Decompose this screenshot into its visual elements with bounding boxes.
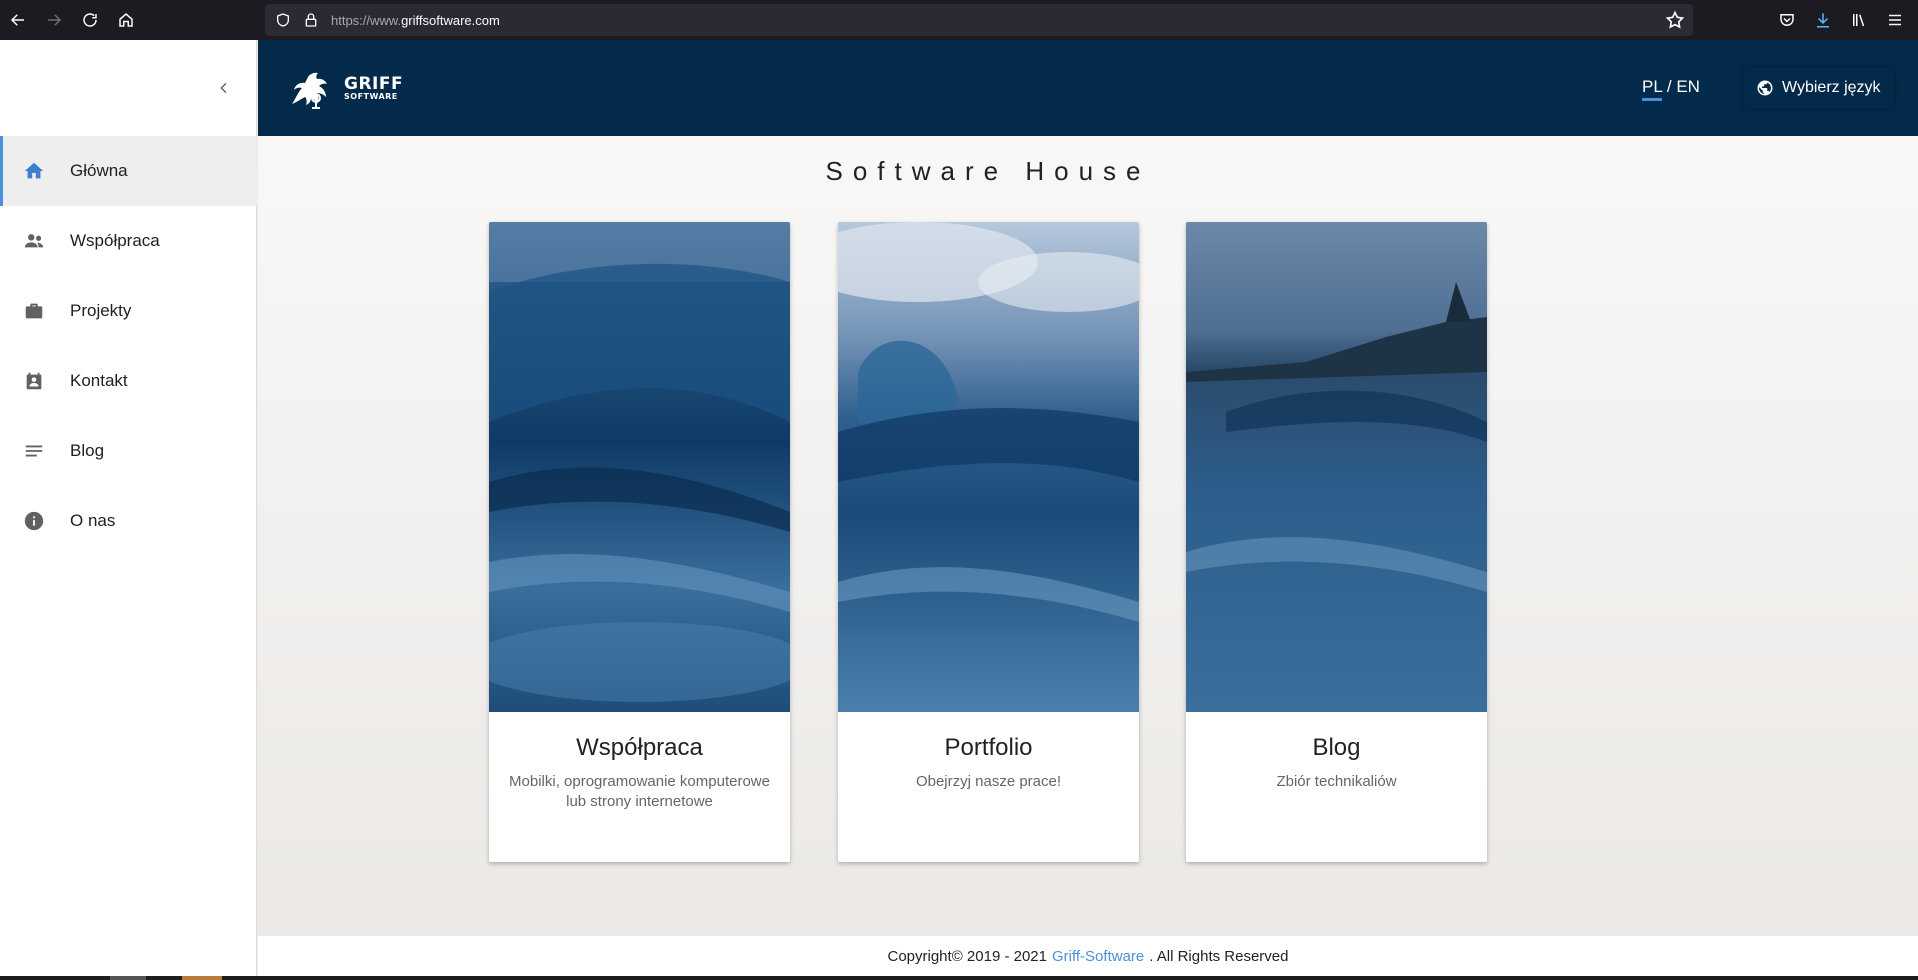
arrow-right-icon [48, 14, 62, 26]
site-footer: Copyright© 2019 - 2021 Griff-Software . … [258, 936, 1918, 976]
chevron-left-icon [220, 82, 227, 94]
lock-icon[interactable] [301, 10, 321, 30]
wave-image-2 [838, 222, 1139, 712]
logo-title: GRIFF [344, 73, 404, 94]
url-prefix: https://www. [331, 12, 402, 28]
card-title: Blog [1312, 734, 1361, 761]
sidebar-collapse-button[interactable] [212, 76, 236, 100]
sidebar-item-wspolpraca[interactable]: Współpraca [0, 206, 257, 276]
card-title: Współpraca [576, 734, 703, 761]
main-content: Software House Współpraca Mobilki, oprog… [258, 136, 1918, 936]
taskbar-item[interactable] [182, 976, 222, 980]
footer-copyright: Copyright© 2019 - 2021 [887, 947, 1048, 965]
contact-card-icon [22, 369, 46, 393]
forward-button[interactable] [36, 0, 72, 40]
card-subtitle: Mobilki, oprogramowanie komputerowe lub … [509, 773, 770, 810]
home-button[interactable] [108, 0, 144, 40]
globe-icon [1757, 80, 1773, 96]
os-taskbar [0, 976, 1918, 980]
sidebar: Główna Współpraca Projekty Kontakt Blog … [0, 40, 257, 976]
griffin-logo-icon [292, 72, 327, 109]
url-domain: griffsoftware.com [401, 12, 500, 28]
sidebar-item-o-nas[interactable]: O nas [0, 486, 257, 556]
wave-image-3 [1186, 222, 1487, 712]
language-switch: PL / EN [1642, 77, 1700, 101]
choose-language-label: Wybierz język [1782, 79, 1881, 96]
card-subtitle: Zbiór technikaliów [1276, 773, 1397, 790]
sidebar-item-kontakt[interactable]: Kontakt [0, 346, 257, 416]
card-subtitle: Obejrzyj nasze prace! [915, 773, 1062, 790]
footer-griff-link[interactable]: Griff-Software [1052, 948, 1144, 965]
briefcase-icon [22, 299, 46, 323]
logo-subtitle: SOFTWARE [344, 91, 398, 101]
reload-icon [83, 13, 97, 27]
sidebar-item-projekty[interactable]: Projekty [0, 276, 257, 346]
card-title: Portfolio [944, 734, 1033, 761]
shield-icon[interactable] [273, 10, 293, 30]
lang-en-link[interactable]: EN [1676, 77, 1700, 96]
footer-rights: . All Rights Reserved [1149, 947, 1289, 965]
lang-pl-link[interactable]: PL [1642, 77, 1663, 101]
info-icon [22, 509, 46, 533]
griff-logo[interactable]: GRIFF SOFTWARE [286, 64, 403, 112]
card-portfolio[interactable]: Portfolio Obejrzyj nasze prace! [838, 222, 1139, 862]
url-text[interactable]: https://www.griffsoftware.com [331, 13, 500, 28]
site-header: GRIFF SOFTWARE PL / EN Wybierz język [258, 40, 1918, 136]
home-icon [22, 159, 46, 183]
page-title: Software House [825, 156, 1151, 186]
library-icon[interactable] [1848, 9, 1870, 31]
lines-icon [22, 439, 46, 463]
reload-button[interactable] [72, 0, 108, 40]
choose-language-button[interactable]: Wybierz język [1744, 68, 1894, 108]
browser-tools [1776, 0, 1906, 40]
sidebar-item-label: Blog [70, 441, 105, 460]
people-icon [22, 229, 46, 253]
logo-text: GRIFF SOFTWARE [344, 73, 404, 101]
back-button[interactable] [0, 0, 36, 40]
sidebar-item-label: Współpraca [70, 231, 160, 250]
sidebar-item-blog[interactable]: Blog [0, 416, 257, 486]
address-bar[interactable]: https://www.griffsoftware.com [265, 4, 1693, 36]
card-blog[interactable]: Blog Zbiór technikaliów [1186, 222, 1487, 862]
sidebar-item-label: Główna [70, 161, 128, 180]
download-icon[interactable] [1812, 9, 1834, 31]
browser-toolbar: https://www.griffsoftware.com [0, 0, 1918, 40]
sidebar-item-glowna[interactable]: Główna [0, 136, 257, 206]
sidebar-item-label: O nas [70, 511, 116, 530]
sidebar-menu: Główna Współpraca Projekty Kontakt Blog … [0, 136, 257, 556]
home-outline-icon [119, 13, 133, 27]
bookmark-star-icon[interactable] [1665, 10, 1685, 30]
taskbar-item[interactable] [110, 976, 146, 980]
card-wspolpraca[interactable]: Współpraca Mobilki, oprogramowanie kompu… [489, 222, 790, 862]
arrow-left-icon [10, 14, 24, 26]
wave-image-1 [489, 222, 790, 712]
hamburger-menu-icon[interactable] [1884, 9, 1906, 31]
pocket-icon[interactable] [1776, 9, 1798, 31]
sidebar-item-label: Kontakt [70, 371, 128, 390]
sidebar-item-label: Projekty [70, 301, 132, 320]
lang-separator: / [1662, 77, 1677, 96]
